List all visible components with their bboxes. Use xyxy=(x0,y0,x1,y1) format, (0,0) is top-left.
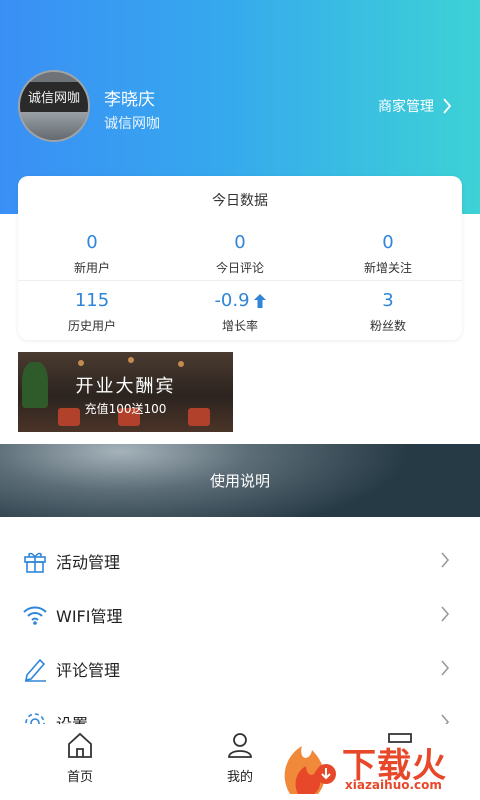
promo-banner[interactable]: 开业大酬宾 充值100送100 xyxy=(18,352,233,432)
nav-mine[interactable]: 我的 xyxy=(200,730,280,785)
gift-icon xyxy=(24,552,46,573)
today-data-card: 今日数据 0 新用户 0 今日评论 0 新增关注 115 历史用户 -0.9 增… xyxy=(18,176,462,340)
promo-title: 开业大酬宾 xyxy=(75,376,176,397)
avatar-storefront xyxy=(20,112,88,140)
chevron-right-icon xyxy=(441,606,450,622)
watermark-url: xiazaihuo.com xyxy=(345,778,442,792)
stat-fans: 3 粉丝数 xyxy=(314,290,462,334)
menu-item-comments[interactable]: 评论管理 xyxy=(0,641,480,695)
avatar-sign: 诚信网咖 xyxy=(20,82,88,112)
nav-home[interactable]: 首页 xyxy=(40,730,120,785)
nav-label: 首页 xyxy=(66,770,93,785)
stat-label: 新用户 xyxy=(73,261,110,275)
stat-history-users: 115 历史用户 xyxy=(18,290,166,334)
stat-value: 0 xyxy=(234,232,246,253)
instructions-banner[interactable]: 使用说明 xyxy=(0,444,480,517)
stat-today-comments: 0 今日评论 xyxy=(166,232,314,276)
chevron-right-icon xyxy=(441,552,450,568)
promo-light xyxy=(78,360,84,366)
person-icon xyxy=(228,733,252,758)
shop-name: 诚信网咖 xyxy=(104,116,160,132)
promo-light xyxy=(178,361,184,367)
user-name: 李晓庆 xyxy=(104,90,155,110)
gear-icon xyxy=(25,713,45,724)
stat-value: 0 xyxy=(86,232,98,253)
svg-text:诚信网咖: 诚信网咖 xyxy=(28,91,80,106)
menu-item-label: 设置 xyxy=(56,711,88,724)
merchant-management-label: 商家管理 xyxy=(378,99,434,115)
today-data-title: 今日数据 xyxy=(212,193,268,209)
chevron-right-icon xyxy=(441,714,450,724)
instructions-label: 使用说明 xyxy=(209,472,270,490)
menu-item-label: 活动管理 xyxy=(56,553,121,572)
stat-new-follows: 0 新增关注 xyxy=(314,232,462,276)
stat-value: 3 xyxy=(382,290,394,311)
stat-label: 历史用户 xyxy=(67,319,116,333)
stat-new-users: 0 新用户 xyxy=(18,232,166,276)
menu-item-activity[interactable]: 活动管理 xyxy=(0,533,480,587)
card-divider xyxy=(18,280,462,281)
stat-label: 新增关注 xyxy=(363,261,412,275)
nav-label: 我的 xyxy=(226,770,253,785)
stat-label: 增长率 xyxy=(221,319,258,333)
avatar[interactable]: 诚信网咖 xyxy=(18,70,90,142)
menu-item-settings[interactable]: 设置 xyxy=(0,695,480,724)
chevron-right-icon xyxy=(441,660,450,676)
wifi-icon xyxy=(23,606,47,625)
stat-value: 115 xyxy=(74,290,110,311)
menu-item-wifi[interactable]: WIFI管理 xyxy=(0,587,480,641)
menu-item-label: WIFI管理 xyxy=(56,607,123,626)
stat-label: 粉丝数 xyxy=(369,319,406,333)
chevron-right-icon xyxy=(443,98,452,114)
arrow-up-icon xyxy=(253,293,266,308)
merchant-management-link[interactable]: 商家管理 xyxy=(378,96,452,116)
home-icon xyxy=(68,732,92,758)
promo-subtitle: 充值100送100 xyxy=(84,402,167,416)
promo-light xyxy=(128,357,134,363)
menu-item-label: 评论管理 xyxy=(56,661,121,680)
stat-growth-rate: -0.9 增长率 xyxy=(166,290,314,334)
pencil-icon xyxy=(24,658,46,682)
stat-value: -0.9 xyxy=(214,290,250,311)
stat-label: 今日评论 xyxy=(215,261,264,275)
stat-value: 0 xyxy=(382,232,394,253)
